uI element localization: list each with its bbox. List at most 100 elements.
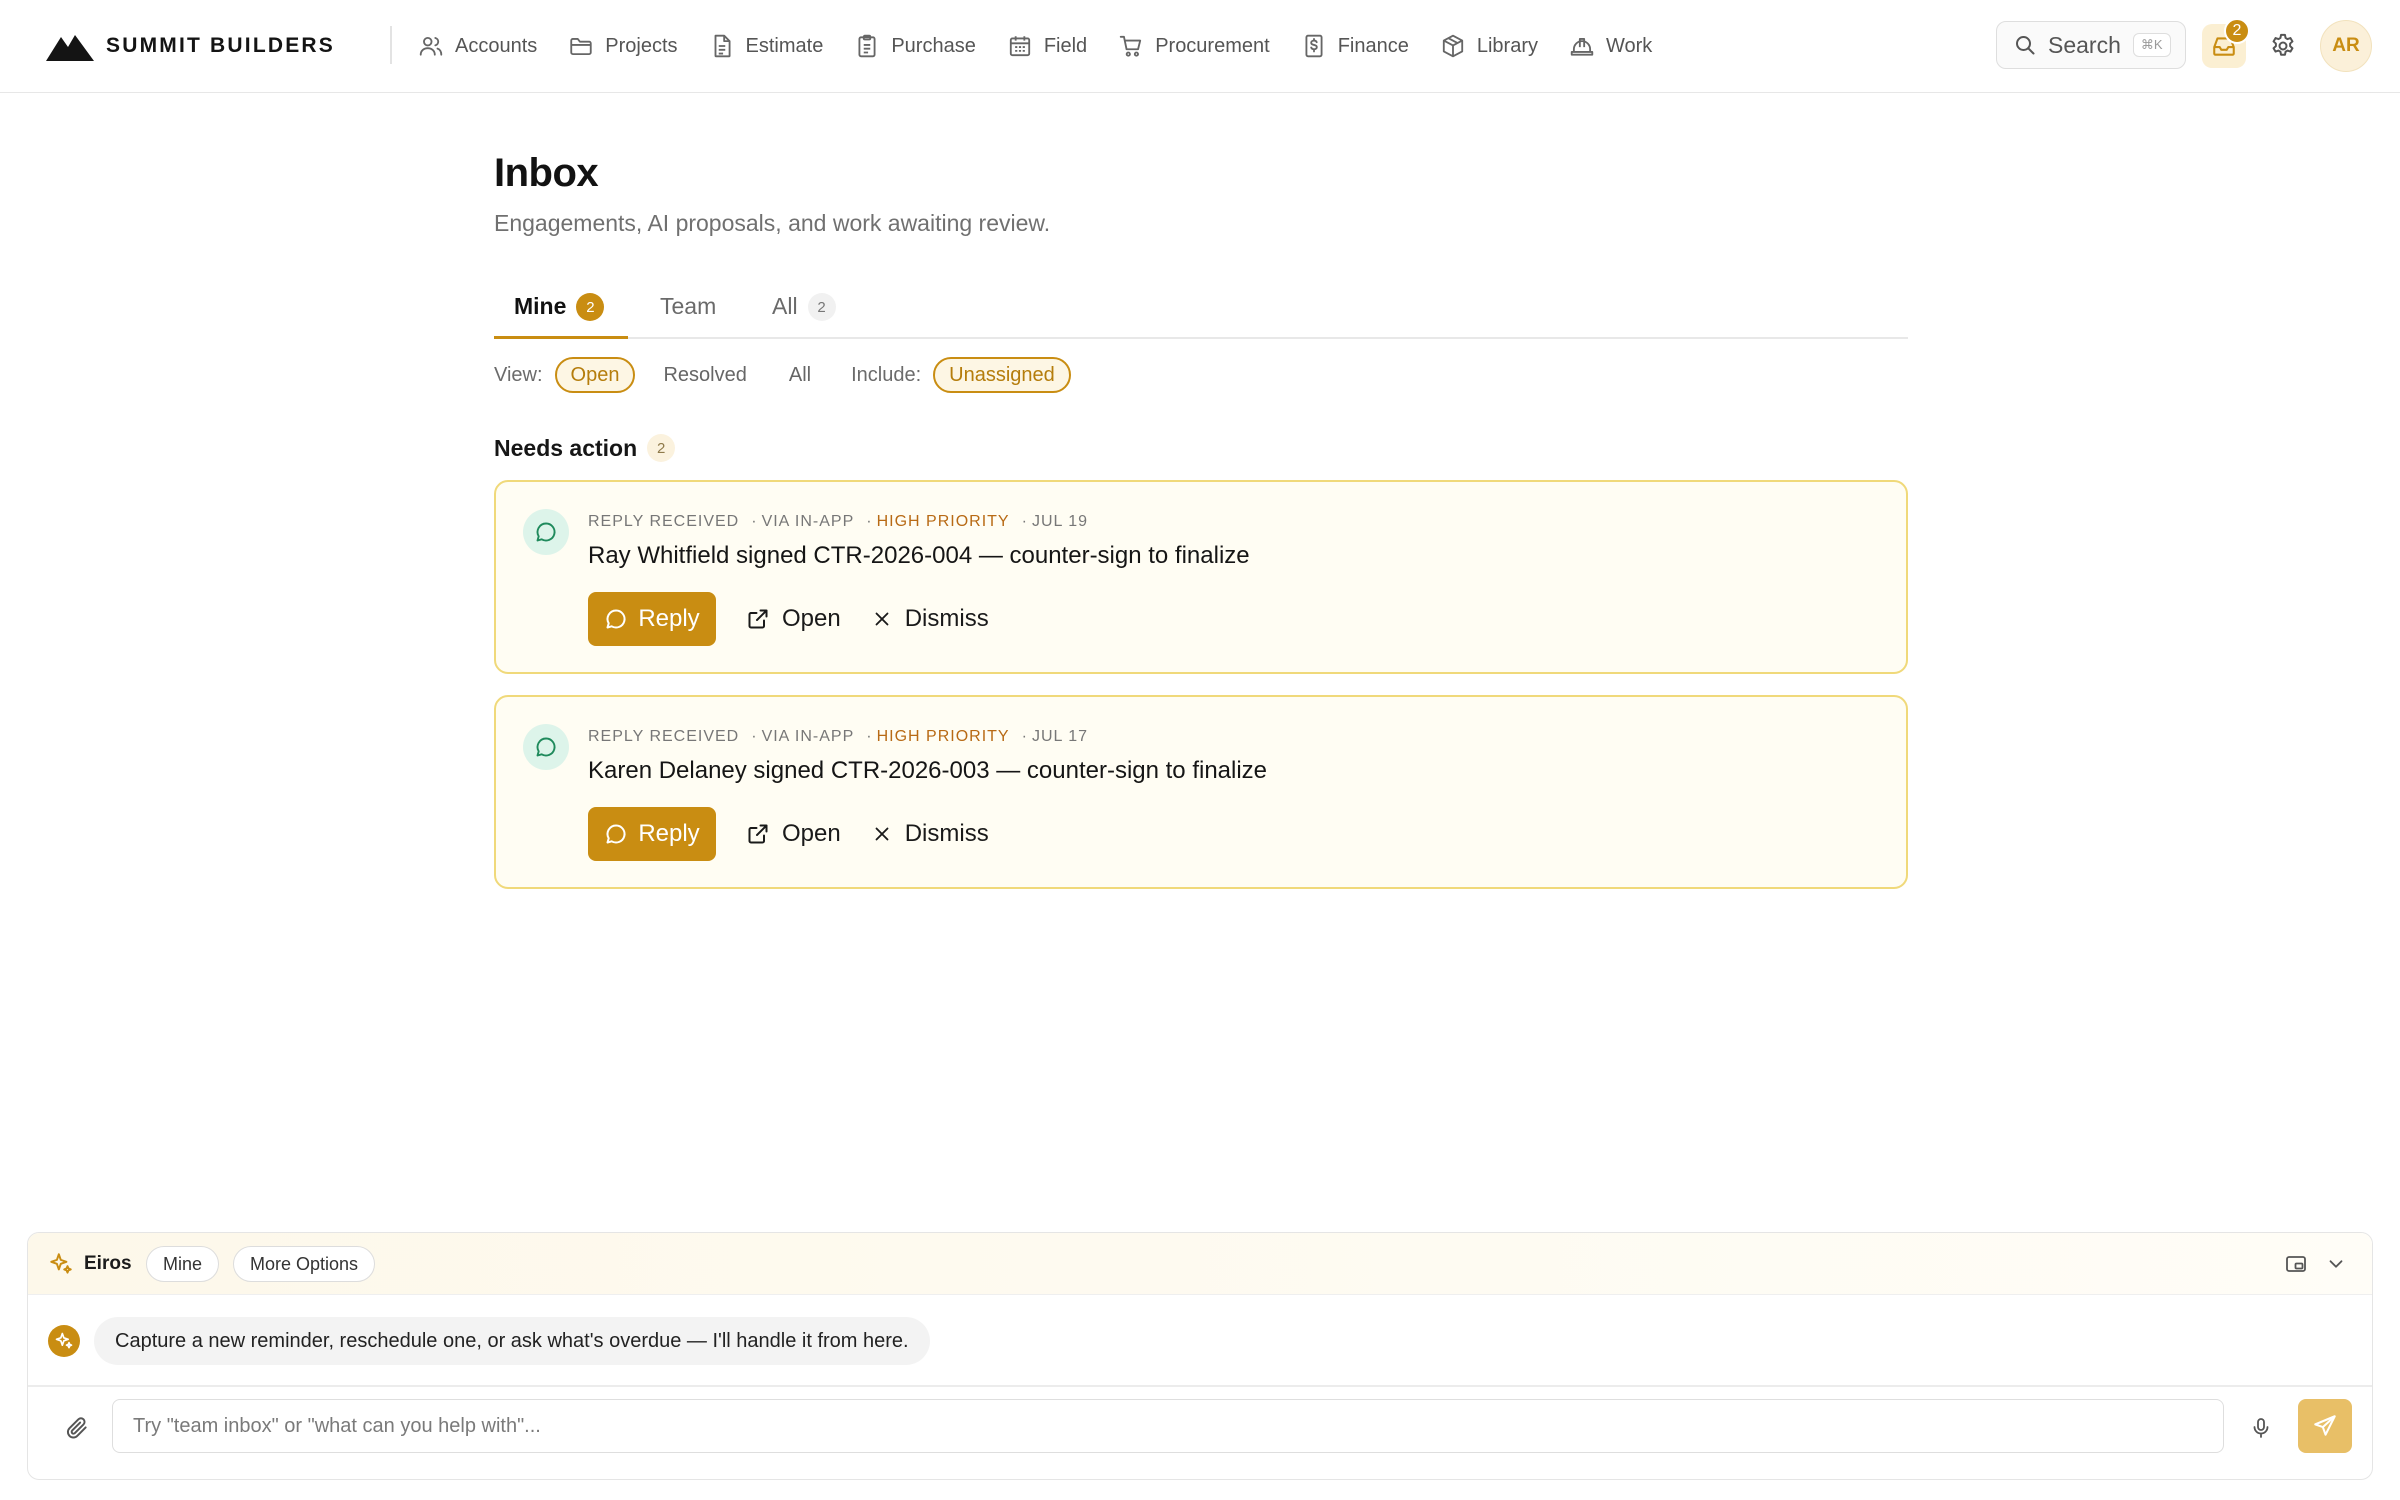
tab-label: Team <box>660 293 717 319</box>
item-priority: HIGH PRIORITY <box>876 728 1010 745</box>
nav-item-field[interactable]: Field <box>1007 26 1087 66</box>
tab-mine[interactable]: Mine 2 <box>494 289 628 339</box>
attach-button[interactable] <box>62 1413 92 1443</box>
dollar-doc-icon <box>1305 34 1323 58</box>
item-type: REPLY RECEIVED <box>588 513 740 530</box>
users-icon <box>419 36 443 56</box>
nav-label: Field <box>1043 34 1088 57</box>
chat-icon <box>523 509 569 555</box>
filter-bar: View: Open Resolved All Include: Unassig… <box>494 356 1071 394</box>
assistant-header: Eiros Mine More Options <box>28 1233 2372 1295</box>
reply-label: Reply <box>638 605 700 632</box>
tab-label: All <box>772 293 798 319</box>
assistant-brand: Eiros <box>48 1249 132 1279</box>
open-label: Open <box>782 605 841 632</box>
more-options-pill[interactable]: More Options <box>233 1246 376 1282</box>
assistant-avatar <box>48 1325 80 1357</box>
reply-button[interactable]: Reply <box>588 807 716 861</box>
message-bubble: Capture a new reminder, reschedule one, … <box>94 1317 930 1365</box>
calendar-icon <box>1009 36 1030 57</box>
microphone-button[interactable] <box>2246 1413 2276 1443</box>
send-icon <box>2314 1415 2336 1436</box>
send-button[interactable] <box>2298 1399 2352 1453</box>
nav-item-projects[interactable]: Projects <box>568 26 678 66</box>
brand-logo[interactable]: SUMMIT BUILDERS <box>46 28 335 64</box>
nav-item-procurement[interactable]: Procurement <box>1118 26 1270 66</box>
tab-count: 2 <box>807 293 836 321</box>
chevron-down-icon <box>2329 1260 2343 1268</box>
nav-label: Work <box>1605 34 1653 57</box>
dismiss-label: Dismiss <box>904 820 989 847</box>
mountain-logo-icon <box>46 35 94 61</box>
inbox-item-card[interactable]: REPLY RECEIVED · VIA IN-APP · HIGH PRIORIT… <box>494 480 1908 674</box>
view-filter-label: View: <box>494 363 543 386</box>
assistant-message: Capture a new reminder, reschedule one, … <box>48 1315 930 1367</box>
external-link-icon <box>748 824 768 844</box>
collapse-button[interactable] <box>2322 1250 2350 1278</box>
item-channel: VIA IN-APP <box>761 513 855 530</box>
page-subtitle: Engagements, AI proposals, and work awai… <box>494 210 1051 236</box>
item-meta: REPLY RECEIVED · VIA IN-APP · HIGH PRIORIT… <box>588 728 1089 745</box>
search-icon <box>2016 36 2035 55</box>
chat-icon <box>606 609 626 629</box>
clipboard-icon <box>858 34 876 58</box>
tab-label: Mine <box>514 293 567 319</box>
scope-pill[interactable]: Mine <box>146 1246 220 1282</box>
nav-item-accounts[interactable]: Accounts <box>418 26 537 66</box>
item-title: Karen Delaney signed CTR-2026-003 — coun… <box>588 757 1268 784</box>
sparkle-icon <box>55 1332 73 1349</box>
popout-button[interactable] <box>2282 1250 2310 1278</box>
item-priority: HIGH PRIORITY <box>876 513 1010 530</box>
nav-item-library[interactable]: Library <box>1440 26 1538 66</box>
open-label: Open <box>782 820 841 847</box>
nav-item-estimate[interactable]: Estimate <box>709 26 824 66</box>
sparkle-icon <box>50 1253 72 1274</box>
item-actions: Reply Open Dismiss <box>588 807 989 861</box>
document-icon <box>714 34 731 58</box>
cart-icon <box>1119 35 1142 57</box>
dock-divider <box>28 1385 2372 1387</box>
section-title: Needs action <box>494 434 638 461</box>
user-avatar[interactable]: AR <box>2320 20 2372 72</box>
dismiss-button[interactable]: Dismiss <box>871 807 989 861</box>
reply-button[interactable]: Reply <box>588 592 716 646</box>
paperclip-icon <box>66 1417 87 1439</box>
open-button[interactable]: Open <box>746 592 841 646</box>
open-button[interactable]: Open <box>746 807 841 861</box>
nav-item-purchase[interactable]: Purchase <box>854 26 976 66</box>
nav-label: Estimate <box>745 34 824 57</box>
filter-open[interactable]: Open <box>554 357 636 393</box>
assistant-name: Eiros <box>84 1253 132 1274</box>
tab-count: 2 <box>576 293 605 321</box>
item-date: JUL 19 <box>1031 513 1089 530</box>
global-search[interactable]: Search ⌘K <box>1996 21 2186 69</box>
filter-all[interactable]: All <box>775 357 825 393</box>
chat-icon <box>523 724 569 770</box>
assistant-dock: Eiros Mine More Options Capture a new re… <box>27 1232 2373 1480</box>
item-title: Ray Whitfield signed CTR-2026-004 — coun… <box>588 542 1250 569</box>
nav-item-work[interactable]: Work <box>1569 26 1652 66</box>
nav-label: Purchase <box>891 34 976 57</box>
folder-icon <box>570 38 592 56</box>
item-channel: VIA IN-APP <box>761 728 855 745</box>
nav-item-finance[interactable]: Finance <box>1301 26 1409 66</box>
inbox-item-card[interactable]: REPLY RECEIVED · VIA IN-APP · HIGH PRIORIT… <box>494 695 1908 889</box>
section-count: 2 <box>647 434 676 462</box>
external-link-icon <box>748 609 768 629</box>
tab-team[interactable]: Team <box>660 289 716 339</box>
nav-label: Projects <box>605 34 678 57</box>
gear-icon <box>2272 33 2294 56</box>
close-icon <box>875 827 889 841</box>
microphone-icon <box>2253 1418 2269 1438</box>
top-navigation-bar: SUMMIT BUILDERS Accounts Projects Estima… <box>0 0 2400 93</box>
dismiss-label: Dismiss <box>904 605 989 632</box>
box-icon <box>1442 34 1463 58</box>
dismiss-button[interactable]: Dismiss <box>871 592 989 646</box>
settings-button[interactable] <box>2267 30 2299 62</box>
filter-unassigned[interactable]: Unassigned <box>933 357 1071 393</box>
tab-all[interactable]: All 2 <box>772 289 836 339</box>
chat-icon <box>606 824 626 844</box>
section-header: Needs action 2 <box>494 434 676 462</box>
filter-resolved[interactable]: Resolved <box>649 357 760 393</box>
chat-input[interactable] <box>112 1399 2224 1453</box>
